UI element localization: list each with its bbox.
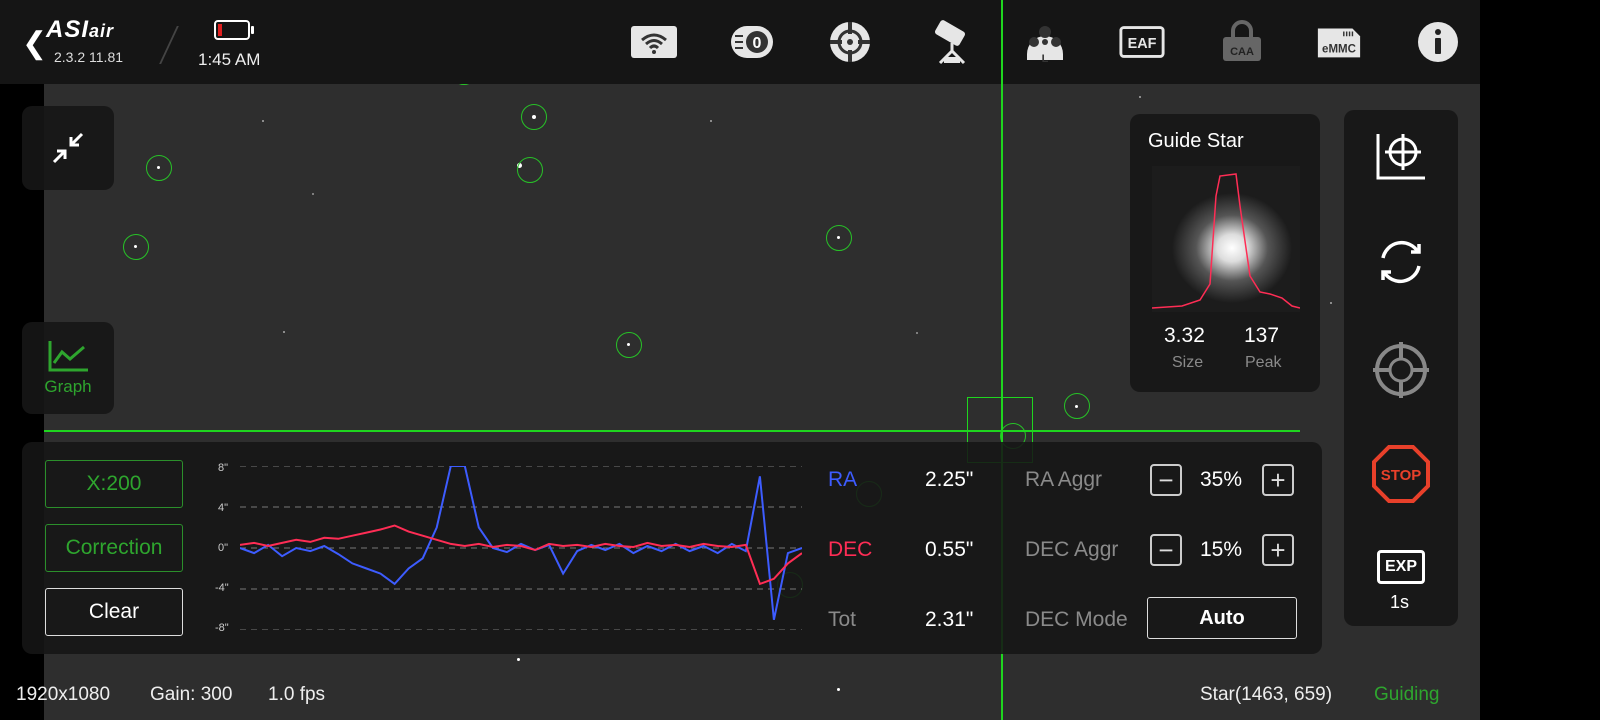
dec-aggr-value: 15%	[1200, 538, 1243, 561]
tot-label: Tot	[828, 608, 857, 631]
filter-wheel-l-icon[interactable]: L	[1021, 18, 1069, 66]
y-tick-label: 4"	[218, 502, 229, 514]
tot-value: 2.31"	[925, 608, 974, 631]
calibrate-target-icon	[1376, 134, 1425, 180]
guide-graph-panel: X:200 Correction Clear 8" 4" 0" -4" -8" …	[22, 442, 1322, 654]
svg-text:STOP: STOP	[1381, 467, 1422, 484]
exposure-label: EXP	[1384, 558, 1417, 575]
stop-button[interactable]: STOP	[1371, 444, 1431, 509]
dec-mode-select[interactable]: Auto	[1147, 597, 1297, 639]
back-icon[interactable]: ❮	[22, 26, 47, 61]
series-line-ra	[240, 466, 802, 621]
series-line-dec	[240, 524, 802, 586]
svg-text:EAF: EAF	[1128, 36, 1157, 52]
y-tick-label: -4"	[215, 582, 229, 594]
calibrate-button[interactable]	[1375, 132, 1427, 185]
graph-scale-button[interactable]: X:200	[45, 460, 183, 508]
dec-label: DEC	[828, 538, 873, 561]
shrink-view-button[interactable]	[22, 106, 114, 190]
loop-exposure-button[interactable]	[1375, 236, 1427, 293]
crosshair-target-icon[interactable]	[826, 18, 874, 66]
ra-aggr-plus-button[interactable]: +	[1262, 464, 1294, 496]
crosshair-horizontal	[44, 430, 1300, 432]
y-tick-label: -8"	[215, 622, 229, 634]
y-tick-label: 8"	[218, 462, 229, 474]
emmc-icon[interactable]: eMMC	[1315, 18, 1363, 66]
dec-mode-label: DEC Mode	[1025, 608, 1128, 631]
caa-icon[interactable]: CAA	[1218, 18, 1266, 66]
peak-label: Peak	[1245, 354, 1282, 371]
guide-star-panel: Guide Star 3.32 Size 137 Peak	[1130, 114, 1320, 392]
divider	[159, 26, 179, 64]
ra-aggr-minus-button[interactable]: −	[1150, 464, 1182, 496]
app-logo: ASIair	[46, 16, 115, 43]
focuser-zero-icon[interactable]: 0	[728, 18, 776, 66]
resolution-status: 1920x1080	[16, 684, 111, 705]
guide-error-chart	[240, 466, 802, 630]
svg-text:0: 0	[753, 35, 762, 52]
fps-status: 1.0 fps	[268, 684, 326, 705]
target-icon	[1373, 342, 1429, 398]
telescope-mount-icon[interactable]	[928, 18, 976, 66]
auto-select-star-button[interactable]	[1373, 342, 1429, 403]
dec-aggr-plus-button[interactable]: +	[1262, 534, 1294, 566]
star-position-status: Star(1463, 659)	[1200, 684, 1333, 705]
dec-aggr-minus-button[interactable]: −	[1150, 534, 1182, 566]
ra-label: RA	[828, 468, 858, 491]
guide-star-title: Guide Star	[1148, 130, 1244, 152]
info-icon[interactable]	[1414, 18, 1462, 66]
exposure-value: 1s	[1390, 592, 1410, 612]
ra-value: 2.25"	[925, 468, 974, 491]
clock: 1:45 AM	[198, 50, 261, 69]
clear-button[interactable]: Clear	[45, 588, 183, 636]
svg-text:eMMC: eMMC	[1322, 44, 1356, 56]
svg-text:L: L	[1042, 53, 1049, 65]
image-edge	[1480, 0, 1600, 720]
graph-icon	[48, 341, 88, 372]
exposure-button[interactable]: EXP	[1377, 550, 1425, 584]
peak-value: 137	[1244, 324, 1280, 347]
gain-status: Gain: 300	[150, 684, 233, 705]
graph-button[interactable]: Graph	[22, 322, 114, 414]
svg-text:CAA: CAA	[1230, 46, 1254, 58]
guide-star-profile	[1152, 166, 1300, 312]
size-value: 3.32	[1164, 324, 1205, 347]
eaf-icon[interactable]: EAF	[1118, 18, 1166, 66]
size-label: Size	[1172, 354, 1204, 371]
ra-aggr-value: 35%	[1200, 468, 1243, 491]
guiding-status: Guiding	[1374, 684, 1440, 705]
wifi-icon[interactable]	[630, 18, 678, 66]
dec-aggr-label: DEC Aggr	[1025, 538, 1119, 561]
stop-icon: STOP	[1372, 445, 1430, 503]
battery-icon	[214, 20, 254, 40]
shrink-arrows-icon	[52, 132, 84, 164]
top-bar: ❮ ASIair 2.3.2 11.81 1:45 AM 0 L EAF CAA…	[0, 0, 1480, 84]
app-version: 2.3.2 11.81	[54, 49, 124, 65]
y-tick-label: 0"	[218, 542, 229, 554]
right-control-panel: STOP EXP 1s	[1344, 110, 1458, 626]
dec-value: 0.55"	[925, 538, 974, 561]
refresh-loop-icon	[1381, 240, 1421, 284]
ra-aggr-label: RA Aggr	[1025, 468, 1103, 491]
correction-button[interactable]: Correction	[45, 524, 183, 572]
graph-label: Graph	[44, 377, 92, 396]
